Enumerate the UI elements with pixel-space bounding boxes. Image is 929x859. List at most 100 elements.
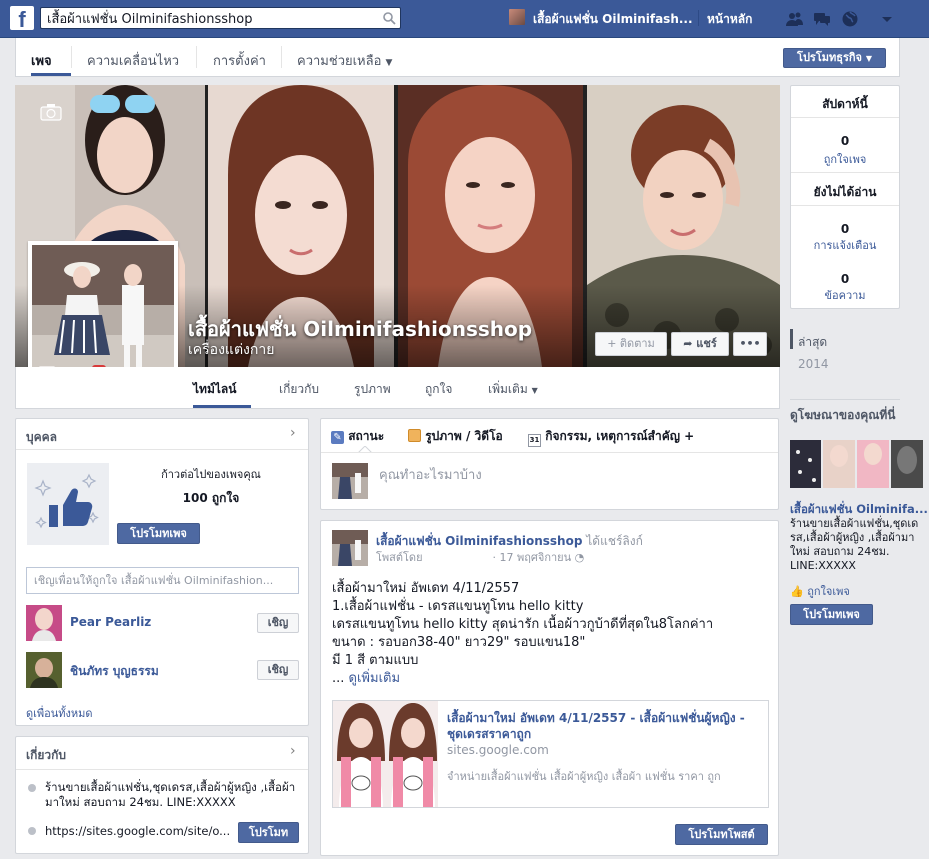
promote-business-button[interactable]: โปรโมทธุรกิจ ▼ xyxy=(783,48,886,68)
divider xyxy=(16,449,308,450)
share-button[interactable]: ➦ แชร์ xyxy=(671,332,729,356)
messages-icon[interactable] xyxy=(813,10,831,28)
promote-business-label: โปรโมทธุรกิจ xyxy=(797,51,862,64)
event-label: กิจกรรม, เหตุการณ์สำคัญ + xyxy=(545,429,695,443)
divider xyxy=(790,399,900,400)
friend-name-chinapat[interactable]: ชินภัทร บุญธรรม xyxy=(70,662,159,681)
chevron-right-icon[interactable]: › xyxy=(290,425,296,441)
friend-avatar-chinapat[interactable] xyxy=(26,652,62,688)
post-date[interactable]: · 17 พฤศจิกายน xyxy=(493,551,572,564)
composer-photo-tab[interactable]: รูปภาพ / วิดีโอ xyxy=(408,427,503,446)
unread-title: ยังไม่ได้อ่าน xyxy=(813,185,877,199)
insights-box: สัปดาห์นี้ 0 ถูกใจเพจ ยังไม่ได้อ่าน 0 กา… xyxy=(790,85,900,309)
notifications-count: 0 xyxy=(840,222,850,236)
composer-input[interactable]: คุณทำอะไรมาบ้าง xyxy=(379,464,482,485)
post-line: 1.เสื้อผ้าแฟชั่น - เดรสแขนทูโทน hello ki… xyxy=(332,599,584,614)
friend-avatar-pear[interactable] xyxy=(26,605,62,641)
chevron-right-icon[interactable]: › xyxy=(290,743,296,759)
composer-status-tab[interactable]: ✎ สถานะ xyxy=(331,427,384,446)
globe-icon xyxy=(28,827,36,835)
more-options-button[interactable]: ••• xyxy=(733,332,767,356)
promote-page-button[interactable]: โปรโมทเพจ xyxy=(117,523,200,544)
user-name-link[interactable]: เสื้อผ้าแฟชั่น Oilminifash... xyxy=(533,10,693,29)
ads-title[interactable]: ดูโฆษณาของคุณที่นี่ xyxy=(790,406,895,425)
timeline-year-link[interactable]: 2014 xyxy=(798,357,829,371)
divider xyxy=(791,205,899,206)
tab-timeline[interactable]: ไทม์ไลน์ xyxy=(193,380,236,399)
globe-notifications-icon[interactable] xyxy=(841,10,859,28)
facebook-logo-icon[interactable]: f xyxy=(10,6,34,32)
friend-requests-icon[interactable] xyxy=(785,10,803,28)
messages-link[interactable]: ข้อความ xyxy=(791,286,899,304)
link-preview-description: จำหน่ายเสื้อผ้าแฟชั่น เสื้อผ้าผู้หญิง เส… xyxy=(447,770,721,783)
page-admin-nav: เพจ ความเคลื่อนไหว การตั้งค่า ความช่วยเห… xyxy=(15,38,900,77)
page-category[interactable]: เครื่องแต่งกาย xyxy=(188,339,274,361)
tab-about[interactable]: เกี่ยวกับ xyxy=(279,380,319,399)
search-box[interactable] xyxy=(40,7,401,29)
post-see-more-row: ... ดูเพิ่มเติม xyxy=(332,670,713,688)
calendar-icon: 31 xyxy=(528,434,541,447)
thumbs-up-sparkle-icon xyxy=(27,463,109,545)
post-line: มี 1 สี ตามแบบ xyxy=(332,653,419,668)
follow-button[interactable]: + ติดตาม xyxy=(595,332,667,356)
ad-description: ร้านขายเสื้อผ้าแฟชั่น,ชุดเดรส,เสื้อผ้าผู… xyxy=(790,517,919,572)
page-likes-link[interactable]: ถูกใจเพจ xyxy=(791,150,899,168)
nav-tab-activity[interactable]: ความเคลื่อนไหว xyxy=(87,50,179,71)
ad-image[interactable] xyxy=(790,440,923,488)
divider xyxy=(791,117,899,118)
nav-tab-help[interactable]: ความช่วยเหลือ ▼ xyxy=(297,50,392,71)
page-likes-count: 0 xyxy=(840,134,850,148)
link-preview-title[interactable]: เสื้อผ้ามาใหม่ อัพเดท 4/11/2557 - เสื้อผ… xyxy=(447,710,762,742)
posted-by-label: โพสต์โดย xyxy=(376,551,423,564)
invite-button-chinapat[interactable]: เชิญ xyxy=(257,660,299,680)
post-line: ขนาด : รอบอก38-40" ยาว29" รอบแขน18" xyxy=(332,635,586,650)
see-all-friends-link[interactable]: ดูเพื่อนทั้งหมด xyxy=(26,704,93,722)
user-avatar[interactable] xyxy=(509,9,525,25)
camera-icon[interactable] xyxy=(40,103,62,121)
ad-promote-page-button[interactable]: โปรโมทเพจ xyxy=(790,604,873,625)
nav-help-label: ความช่วยเหลือ xyxy=(297,54,382,69)
tab-likes[interactable]: ถูกใจ xyxy=(425,380,452,399)
link-preview-image xyxy=(333,701,438,807)
divider xyxy=(16,769,308,770)
active-tab-underline xyxy=(31,73,71,76)
likes-goal: 100 ถูกใจ xyxy=(182,491,240,505)
post-author-link[interactable]: เสื้อผ้าแฟชั่น Oilminifashionsshop xyxy=(376,534,582,548)
photo-icon xyxy=(408,429,421,442)
see-more-link[interactable]: ดูเพิ่มเติม xyxy=(349,671,400,686)
home-link[interactable]: หน้าหลัก xyxy=(707,10,752,29)
about-title[interactable]: เกี่ยวกับ xyxy=(26,746,66,765)
post-body: เสื้อผ้ามาใหม่ อัพเดท 4/11/2557 1.เสื้อผ… xyxy=(332,580,713,688)
tab-photos[interactable]: รูปภาพ xyxy=(354,380,391,399)
nav-tab-page[interactable]: เพจ xyxy=(31,50,52,71)
search-icon[interactable] xyxy=(382,11,396,25)
caret-down-icon: ▼ xyxy=(385,58,393,68)
notifications-link[interactable]: การแจ้งเตือน xyxy=(791,236,899,254)
status-label: สถานะ xyxy=(348,429,385,443)
nav-tab-settings[interactable]: การตั้งค่า xyxy=(213,50,266,71)
tab-more[interactable]: เพิ่มเติม ▼ xyxy=(488,380,538,399)
topbar-divider xyxy=(698,10,699,26)
photo-label: รูปภาพ / วิดีโอ xyxy=(425,429,503,443)
invite-friends-input[interactable]: เชิญเพื่อนให้ถูกใจ เสื้อผ้าแฟชั่น Oilmin… xyxy=(26,567,299,594)
promote-post-button[interactable]: โปรโมทโพสต์ xyxy=(675,824,768,845)
info-icon xyxy=(28,784,36,792)
website-link[interactable]: https://sites.google.com/site/o... xyxy=(45,824,230,838)
invite-button-pear[interactable]: เชิญ xyxy=(257,613,299,633)
search-input[interactable] xyxy=(41,8,371,28)
friend-name-pear[interactable]: Pear Pearliz xyxy=(70,615,151,629)
composer-event-tab[interactable]: 31 กิจกรรม, เหตุการณ์สำคัญ + xyxy=(528,427,694,447)
post-author-avatar[interactable] xyxy=(332,530,368,566)
globe-privacy-icon: ◔ xyxy=(574,551,585,564)
ellipsis: ... xyxy=(332,671,345,686)
share-label: แชร์ xyxy=(696,337,717,350)
this-week-title: สัปดาห์นี้ xyxy=(822,97,868,111)
timeline-recent-link[interactable]: ล่าสุด xyxy=(798,333,827,352)
ad-like-page-link[interactable]: 👍 ถูกใจเพจ xyxy=(790,582,850,600)
messages-count: 0 xyxy=(840,272,850,286)
link-preview[interactable]: เสื้อผ้ามาใหม่ อัพเดท 4/11/2557 - เสื้อผ… xyxy=(332,700,769,808)
tab-more-label: เพิ่มเติม xyxy=(488,382,528,396)
people-title[interactable]: บุคคล xyxy=(26,428,57,447)
promote-website-button[interactable]: โปรโมท xyxy=(238,822,299,843)
settings-dropdown-icon[interactable] xyxy=(878,10,896,28)
